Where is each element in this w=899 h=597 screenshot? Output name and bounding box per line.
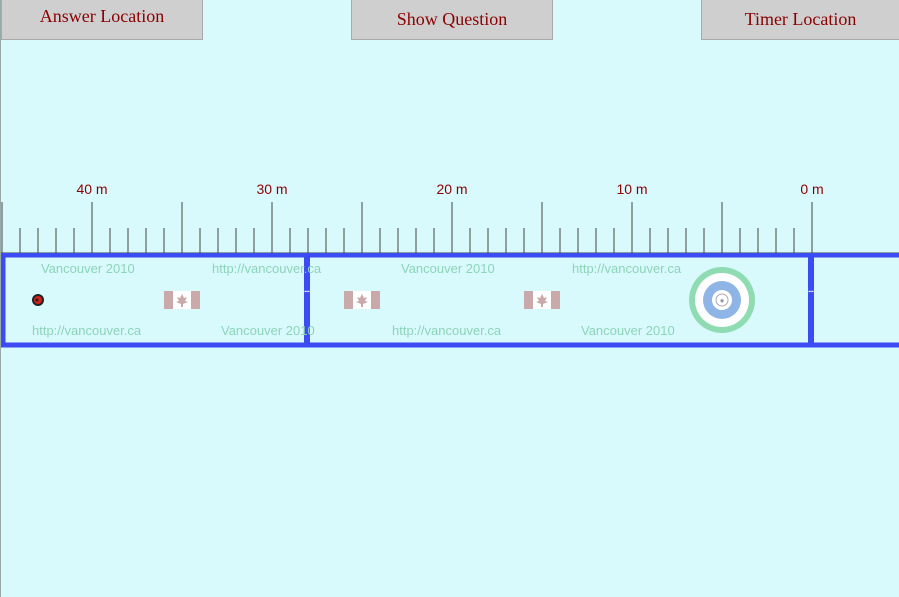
watermark-year-4: Vancouver 2010	[581, 323, 675, 338]
watermark-year-3: Vancouver 2010	[221, 323, 315, 338]
canada-flag-icon	[164, 291, 200, 309]
watermark-url-1: http://vancouver.ca	[212, 261, 322, 276]
answer-location-button[interactable]: Answer Location	[1, 0, 203, 40]
ruler-label-30m: 30 m	[256, 181, 287, 197]
watermark-url-4: http://vancouver.ca	[392, 323, 502, 338]
canada-flag-icon	[524, 291, 560, 309]
curling-stone-icon[interactable]	[32, 294, 44, 306]
ruler-label-10m: 10 m	[616, 181, 647, 197]
back-line	[808, 255, 814, 345]
distance-ruler: 40 m 30 m 20 m 10 m 0 m	[1, 181, 899, 254]
ruler-label-20m: 20 m	[436, 181, 467, 197]
show-question-button[interactable]: Show Question	[351, 0, 553, 40]
watermark-year-2: Vancouver 2010	[401, 261, 495, 276]
house-target-icon: ◉	[689, 267, 755, 333]
timer-location-button[interactable]: Timer Location	[701, 0, 899, 40]
ruler-label-0m: 0 m	[800, 181, 823, 197]
ruler-ticks	[1, 202, 813, 253]
canada-flag-icon	[344, 291, 380, 309]
svg-text:◉: ◉	[720, 298, 725, 304]
watermark-year-1: Vancouver 2010	[41, 261, 135, 276]
watermark-url-2: http://vancouver.ca	[572, 261, 682, 276]
watermark-url-3: http://vancouver.ca	[32, 323, 142, 338]
curling-sheet[interactable]: ▪▪▪ ▪▪▪ Vancouver 2010 http://vancouver.…	[1, 253, 899, 349]
ruler-label-40m: 40 m	[76, 181, 107, 197]
svg-text:▪▪▪: ▪▪▪	[304, 289, 310, 295]
svg-text:▪▪▪: ▪▪▪	[808, 289, 814, 295]
